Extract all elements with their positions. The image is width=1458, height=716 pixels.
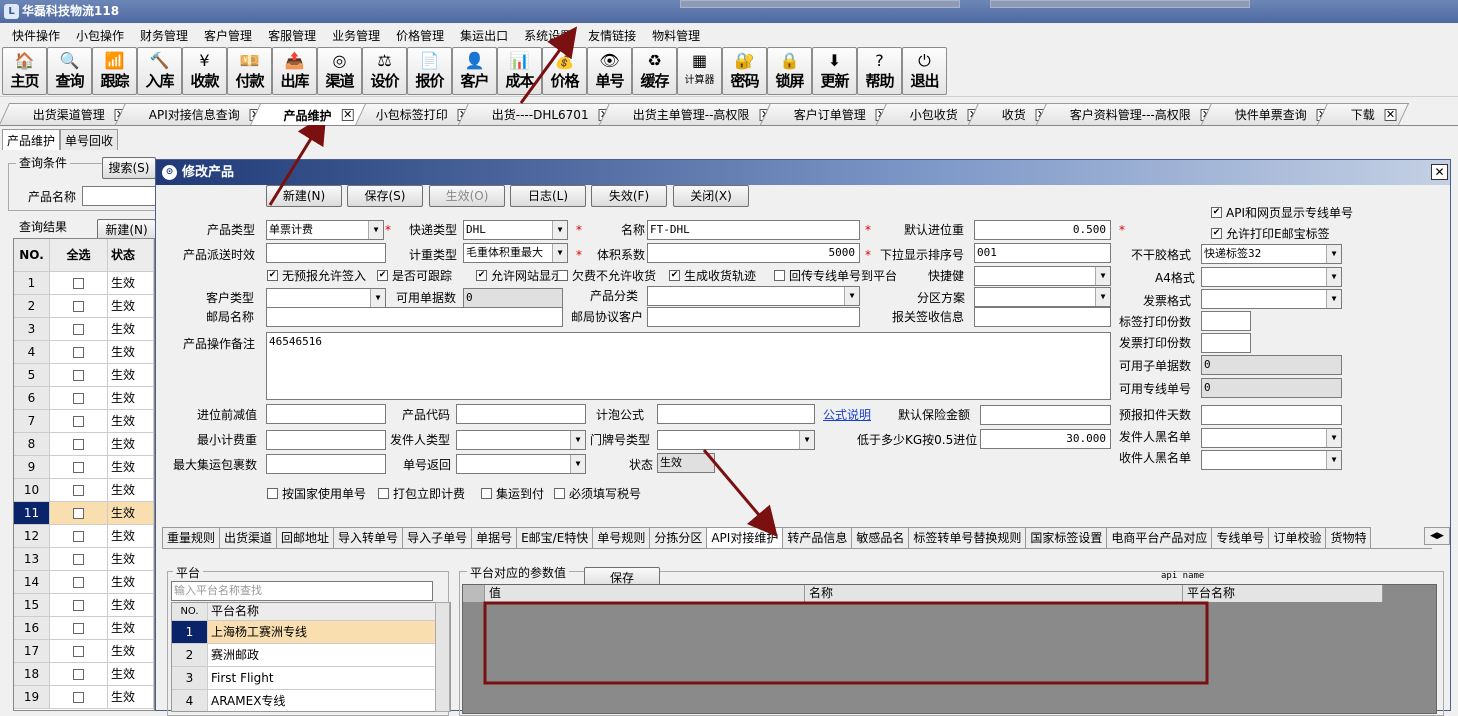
annotation-overlay	[268, 26, 1209, 685]
tab-label: 产品维护	[283, 108, 332, 123]
close-icon[interactable]: ✕	[341, 108, 354, 121]
annotation-arrow	[702, 449, 778, 538]
annotation-box	[483, 601, 1209, 685]
doc-tab-2[interactable]: 产品维护 ✕	[249, 103, 367, 125]
annotation-arrow	[519, 26, 578, 104]
annotation-arrow	[268, 113, 327, 206]
